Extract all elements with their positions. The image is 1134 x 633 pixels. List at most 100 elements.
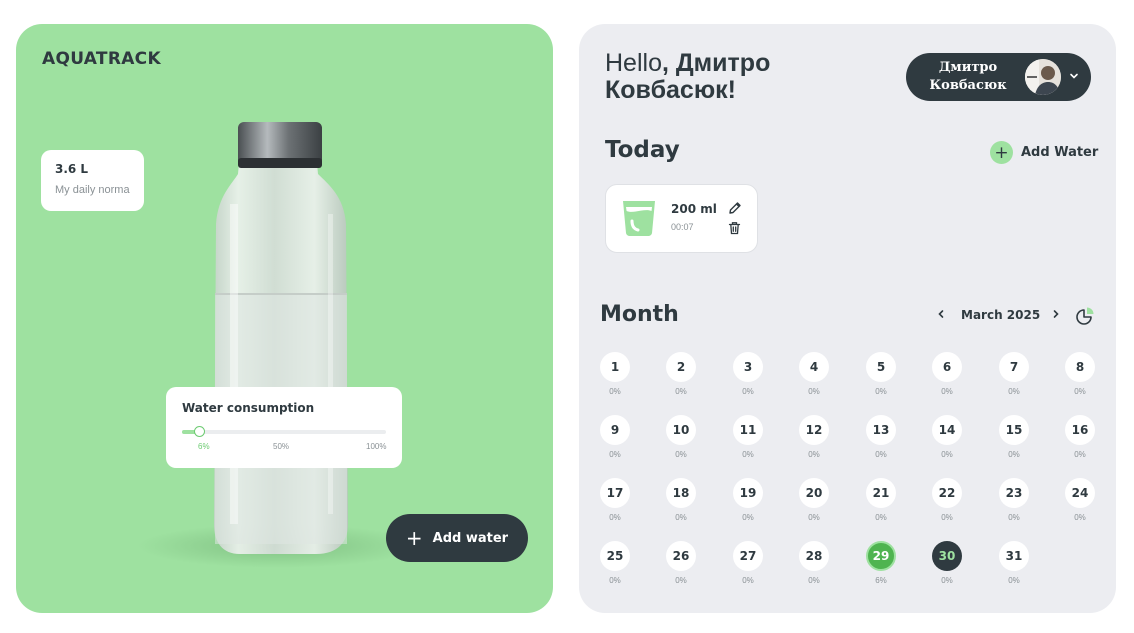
chevron-left-icon	[938, 310, 944, 318]
entry-time: 00:07	[671, 222, 694, 232]
calendar-day-number: 21	[866, 478, 896, 508]
chevron-right-icon	[1053, 310, 1059, 318]
calendar-day[interactable]: 3 0%	[732, 352, 764, 396]
calendar-day-percent: 0%	[742, 387, 754, 396]
tick-current: 6%	[198, 442, 210, 451]
calendar-day-number: 9	[600, 415, 630, 445]
calendar-day-number: 25	[600, 541, 630, 571]
calendar-day[interactable]: 27 0%	[732, 541, 764, 585]
calendar-day-number: 30	[932, 541, 962, 571]
calendar-day-number: 5	[866, 352, 896, 382]
calendar-day[interactable]: 13 0%	[865, 415, 897, 459]
calendar-day-percent: 0%	[808, 576, 820, 585]
calendar-day[interactable]: 16 0%	[1064, 415, 1096, 459]
calendar-day-percent: 0%	[1074, 513, 1086, 522]
calendar-day-percent: 0%	[609, 576, 621, 585]
calendar-day[interactable]: 21 0%	[865, 478, 897, 522]
calendar-day[interactable]: 24 0%	[1064, 478, 1096, 522]
calendar-day-number: 1	[600, 352, 630, 382]
daily-norma-card: 3.6 L My daily norma	[41, 150, 144, 211]
calendar-day-percent: 0%	[875, 387, 887, 396]
calendar-day-number: 7	[999, 352, 1029, 382]
calendar-day[interactable]: 15 0%	[998, 415, 1030, 459]
calendar-day-percent: 0%	[675, 450, 687, 459]
calendar-day-percent: 0%	[1074, 450, 1086, 459]
calendar-day[interactable]: 25 0%	[599, 541, 631, 585]
calendar-day[interactable]: 8 0%	[1064, 352, 1096, 396]
calendar-day[interactable]: 11 0%	[732, 415, 764, 459]
delete-trash-icon[interactable]	[728, 221, 741, 235]
prev-month-button[interactable]	[933, 306, 949, 322]
calendar-day[interactable]: 5 0%	[865, 352, 897, 396]
calendar-day-percent: 0%	[675, 387, 687, 396]
calendar-day-percent: 0%	[941, 387, 953, 396]
calendar-day[interactable]: 17 0%	[599, 478, 631, 522]
calendar-day[interactable]: 2 0%	[665, 352, 697, 396]
calendar-day-percent: 0%	[609, 450, 621, 459]
calendar-day-number: 13	[866, 415, 896, 445]
next-month-button[interactable]	[1048, 306, 1064, 322]
calendar-day[interactable]: 29 6%	[865, 541, 897, 585]
calendar-day-number: 17	[600, 478, 630, 508]
calendar-day[interactable]: 19 0%	[732, 478, 764, 522]
calendar-day-number: 10	[666, 415, 696, 445]
app-logo[interactable]: AQUATRACK	[42, 49, 161, 69]
calendar-day-percent: 0%	[808, 513, 820, 522]
chevron-down-icon	[1070, 73, 1078, 79]
calendar-day[interactable]: 20 0%	[798, 478, 830, 522]
entry-amount: 200 ml	[671, 202, 717, 216]
plus-icon: +	[405, 526, 423, 550]
tick-50: 50%	[273, 442, 290, 451]
calendar-day[interactable]: 26 0%	[665, 541, 697, 585]
calendar-day[interactable]: 22 0%	[931, 478, 963, 522]
calendar-day[interactable]: 30 0%	[931, 541, 963, 585]
water-consumption-title: Water consumption	[182, 401, 315, 415]
add-water-link[interactable]: + Add Water	[990, 141, 1098, 164]
add-water-link-label: Add Water	[1021, 145, 1099, 160]
calendar-day-percent: 0%	[875, 450, 887, 459]
calendar-day[interactable]: 9 0%	[599, 415, 631, 459]
consumption-progress-track	[182, 426, 386, 437]
calendar-day-number: 31	[999, 541, 1029, 571]
user-name: Дмитро Ковбасюк	[929, 60, 1007, 93]
calendar-day[interactable]: 28 0%	[798, 541, 830, 585]
calendar-day-percent: 0%	[742, 576, 754, 585]
calendar-day[interactable]: 4 0%	[798, 352, 830, 396]
calendar-day[interactable]: 12 0%	[798, 415, 830, 459]
calendar-day-percent: 0%	[609, 513, 621, 522]
user-menu-button[interactable]: Дмитро Ковбасюк	[906, 53, 1091, 101]
avatar	[1025, 59, 1061, 95]
calendar-day[interactable]: 31 0%	[998, 541, 1030, 585]
calendar-day[interactable]: 1 0%	[599, 352, 631, 396]
statistics-button[interactable]	[1075, 306, 1095, 326]
calendar-day-percent: 0%	[675, 513, 687, 522]
calendar-day-percent: 0%	[941, 450, 953, 459]
calendar-day-percent: 0%	[1008, 576, 1020, 585]
dashboard-panel: Hello, Дмитро Ковбасюк! Дмитро Ковбасюк …	[579, 24, 1116, 613]
calendar-day[interactable]: 6 0%	[931, 352, 963, 396]
calendar-day-number: 26	[666, 541, 696, 571]
month-heading: Month	[600, 302, 679, 327]
water-consumption-card: Water consumption 6% 50% 100%	[166, 387, 402, 468]
hero-panel: AQUATRACK 3.6 L My daily norma Water con…	[16, 24, 553, 613]
greeting: Hello, Дмитро Ковбасюк!	[605, 50, 865, 104]
add-water-button[interactable]: + Add water	[386, 514, 528, 562]
calendar-day[interactable]: 23 0%	[998, 478, 1030, 522]
calendar-day[interactable]: 10 0%	[665, 415, 697, 459]
today-heading: Today	[605, 137, 680, 163]
pie-chart-icon	[1076, 307, 1094, 325]
calendar-day[interactable]: 18 0%	[665, 478, 697, 522]
calendar-day-number: 8	[1065, 352, 1095, 382]
tick-100: 100%	[366, 442, 387, 451]
calendar-day[interactable]: 14 0%	[931, 415, 963, 459]
calendar-day[interactable]: 7 0%	[998, 352, 1030, 396]
calendar-day-number: 24	[1065, 478, 1095, 508]
calendar-day-number: 29	[866, 541, 896, 571]
calendar-day-number: 15	[999, 415, 1029, 445]
calendar-day-percent: 0%	[742, 513, 754, 522]
month-label: March 2025	[961, 308, 1041, 322]
calendar-day-number: 11	[733, 415, 763, 445]
calendar-day-percent: 0%	[808, 450, 820, 459]
consumption-progress-knob	[194, 426, 206, 437]
edit-pencil-icon[interactable]	[728, 201, 742, 215]
